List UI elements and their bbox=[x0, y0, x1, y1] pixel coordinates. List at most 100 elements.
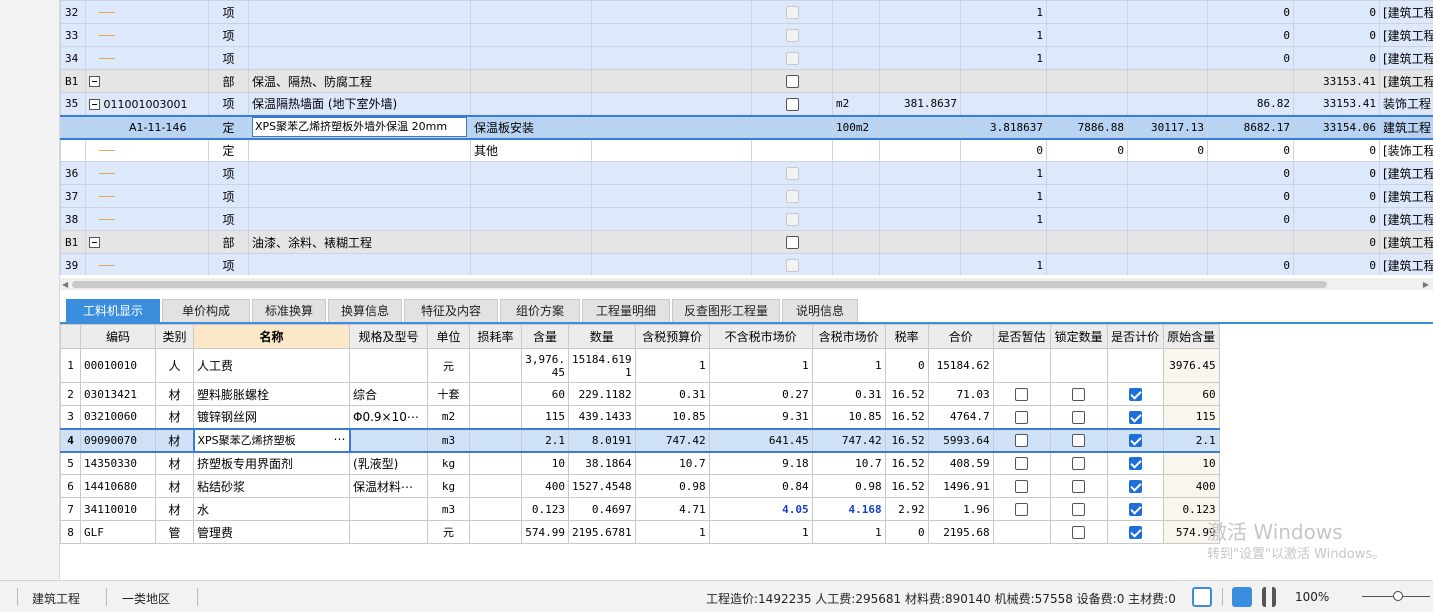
bill-row[interactable]: 33 项 1 0 0 [建筑工程 bbox=[60, 23, 1433, 47]
checkbox-cell[interactable] bbox=[992, 427, 1051, 453]
quantity-cell[interactable] bbox=[879, 23, 961, 47]
bill-items-grid[interactable]: 32 项 1 0 0 [建筑工程 33 项 1 0 0 [建筑工程 34 项 1 0 0 [建筑工程 B1 部保温、隔… bbox=[60, 0, 1433, 275]
column-header[interactable]: 不含税市场价 bbox=[708, 324, 813, 349]
status-region[interactable]: 一类地区 bbox=[122, 590, 170, 607]
feature-cell[interactable] bbox=[591, 46, 752, 70]
checkbox-cell[interactable] bbox=[1106, 474, 1164, 498]
profession-cell[interactable]: [建筑工程 bbox=[1379, 46, 1433, 70]
column-header[interactable]: 是否计价 bbox=[1106, 324, 1164, 349]
collapse-icon[interactable] bbox=[89, 237, 100, 248]
budget-price-cell[interactable]: 1 bbox=[634, 520, 710, 544]
market-price-cell[interactable]: 0.31 bbox=[811, 382, 886, 406]
flag-cell[interactable] bbox=[751, 114, 833, 140]
quantity-cell[interactable]: 1527.4548 bbox=[568, 474, 636, 498]
budget-price-cell[interactable]: 747.42 bbox=[634, 427, 710, 453]
market-price-ex-tax-cell[interactable]: 0.84 bbox=[708, 474, 813, 498]
feature-cell[interactable] bbox=[591, 253, 752, 275]
spec-cell[interactable] bbox=[470, 230, 592, 254]
checkbox-cell[interactable] bbox=[1049, 474, 1108, 498]
horizontal-scrollbar[interactable]: ◀ ▶ bbox=[60, 278, 1433, 290]
flag-cell[interactable] bbox=[751, 184, 833, 208]
profession-cell[interactable]: [建筑工程 bbox=[1379, 69, 1433, 93]
checked-checkbox[interactable] bbox=[1128, 388, 1142, 401]
tax-rate-cell[interactable]: 0 bbox=[884, 520, 929, 544]
tab-9[interactable]: 说明信息 bbox=[782, 299, 858, 322]
flag-cell[interactable] bbox=[751, 138, 833, 162]
name-cell[interactable] bbox=[248, 207, 471, 231]
collapse-icon[interactable] bbox=[89, 98, 100, 110]
checkbox[interactable] bbox=[785, 97, 799, 111]
scrollbar-thumb[interactable] bbox=[72, 281, 1327, 288]
tab-3[interactable]: 标准换算 bbox=[252, 299, 326, 322]
market-price-cell[interactable]: 747.42 bbox=[811, 427, 886, 453]
code-cell[interactable]: 09090070 bbox=[80, 427, 156, 453]
profession-cell[interactable]: [建筑工程 bbox=[1379, 253, 1433, 275]
spec-cell[interactable] bbox=[470, 46, 592, 70]
feature-cell[interactable] bbox=[591, 230, 752, 254]
quantity-cell[interactable]: 0.4697 bbox=[568, 497, 636, 521]
spec-cell[interactable] bbox=[470, 253, 592, 275]
collapse-icon[interactable] bbox=[89, 76, 100, 87]
bill-row[interactable]: A1-11-146 定 XPS聚苯乙烯挤塑板外墙外保温 20mm 保温板安装 100m2… bbox=[60, 114, 1433, 140]
content-cell[interactable]: 3,976.45 bbox=[521, 348, 569, 383]
checkbox-cell[interactable] bbox=[992, 348, 1051, 383]
column-header[interactable]: 含税预算价 bbox=[634, 324, 710, 349]
flag-cell[interactable] bbox=[751, 207, 833, 231]
checkbox[interactable] bbox=[1072, 503, 1086, 516]
tab-4[interactable]: 换算信息 bbox=[328, 299, 402, 322]
loss-cell[interactable] bbox=[469, 520, 522, 544]
spec-cell[interactable]: 综合 bbox=[349, 382, 428, 406]
bill-row[interactable]: 34 项 1 0 0 [建筑工程 bbox=[60, 46, 1433, 70]
checkbox[interactable] bbox=[785, 75, 799, 88]
profession-cell[interactable]: [装饰工程 bbox=[1379, 138, 1433, 162]
tab-5[interactable]: 特征及内容 bbox=[404, 299, 498, 322]
checkbox-cell[interactable] bbox=[992, 520, 1051, 544]
quantity-cell[interactable] bbox=[879, 46, 961, 70]
name-cell[interactable]: 粘结砂浆 bbox=[193, 474, 350, 498]
tax-rate-cell[interactable]: 2.92 bbox=[884, 497, 929, 521]
bill-row[interactable]: 39 项 1 0 0 [建筑工程 bbox=[60, 253, 1433, 275]
budget-price-cell[interactable]: 0.31 bbox=[634, 382, 710, 406]
split-view-icon[interactable] bbox=[1262, 587, 1276, 607]
name-cell[interactable]: 挤塑板专用界面剂 bbox=[193, 451, 350, 475]
checkbox-cell[interactable] bbox=[1106, 405, 1164, 429]
checkbox-cell[interactable] bbox=[992, 497, 1051, 521]
quantity-cell[interactable] bbox=[879, 0, 961, 24]
code-cell[interactable]: A1-11-146 bbox=[85, 114, 209, 140]
name-cell[interactable]: 塑料膨胀螺栓 bbox=[193, 382, 350, 406]
code-cell[interactable]: 00010010 bbox=[80, 348, 156, 383]
profession-cell[interactable]: [建筑工程 bbox=[1379, 230, 1433, 254]
column-header[interactable]: 数量 bbox=[568, 324, 636, 349]
code-cell[interactable] bbox=[85, 138, 209, 162]
name-cell[interactable] bbox=[248, 46, 471, 70]
resource-row[interactable]: 1 00010010 人人工费元 3,976.45 15184.6191 1 1 1 0 1518… bbox=[60, 348, 1220, 383]
tax-rate-cell[interactable]: 16.52 bbox=[884, 474, 929, 498]
loss-cell[interactable] bbox=[469, 474, 522, 498]
feature-cell[interactable] bbox=[591, 69, 752, 93]
resource-row[interactable]: 8 GLF 管管理费元 574.99 2195.6781 1 1 1 0 2195.68 574.9… bbox=[60, 520, 1220, 544]
code-cell[interactable] bbox=[85, 23, 209, 47]
checkbox-cell[interactable] bbox=[992, 382, 1051, 406]
budget-price-cell[interactable]: 0.98 bbox=[634, 474, 710, 498]
name-cell[interactable]: 油漆、涂料、裱糊工程 bbox=[248, 230, 471, 254]
feature-cell[interactable] bbox=[591, 114, 752, 140]
code-cell[interactable]: GLF bbox=[80, 520, 156, 544]
tab-6[interactable]: 组价方案 bbox=[500, 299, 580, 322]
spec-cell[interactable] bbox=[470, 69, 592, 93]
market-price-cell[interactable]: 0.98 bbox=[811, 474, 886, 498]
column-header[interactable]: 是否暂估 bbox=[992, 324, 1051, 349]
checkbox[interactable] bbox=[1072, 388, 1086, 401]
feature-cell[interactable] bbox=[591, 161, 752, 185]
zoom-slider-thumb[interactable] bbox=[1393, 591, 1403, 601]
checkbox-cell[interactable] bbox=[1049, 451, 1108, 475]
checkbox[interactable] bbox=[1015, 388, 1029, 401]
market-price-ex-tax-cell[interactable]: 4.05 bbox=[708, 497, 813, 521]
name-cell[interactable] bbox=[248, 23, 471, 47]
bill-row[interactable]: 37 项 1 0 0 [建筑工程 bbox=[60, 184, 1433, 208]
spec-cell[interactable] bbox=[470, 92, 592, 116]
code-cell[interactable] bbox=[85, 0, 209, 24]
loss-cell[interactable] bbox=[469, 427, 522, 453]
loss-cell[interactable] bbox=[469, 405, 522, 429]
column-header[interactable]: 单位 bbox=[427, 324, 470, 349]
tab-7[interactable]: 工程量明细 bbox=[582, 299, 670, 322]
